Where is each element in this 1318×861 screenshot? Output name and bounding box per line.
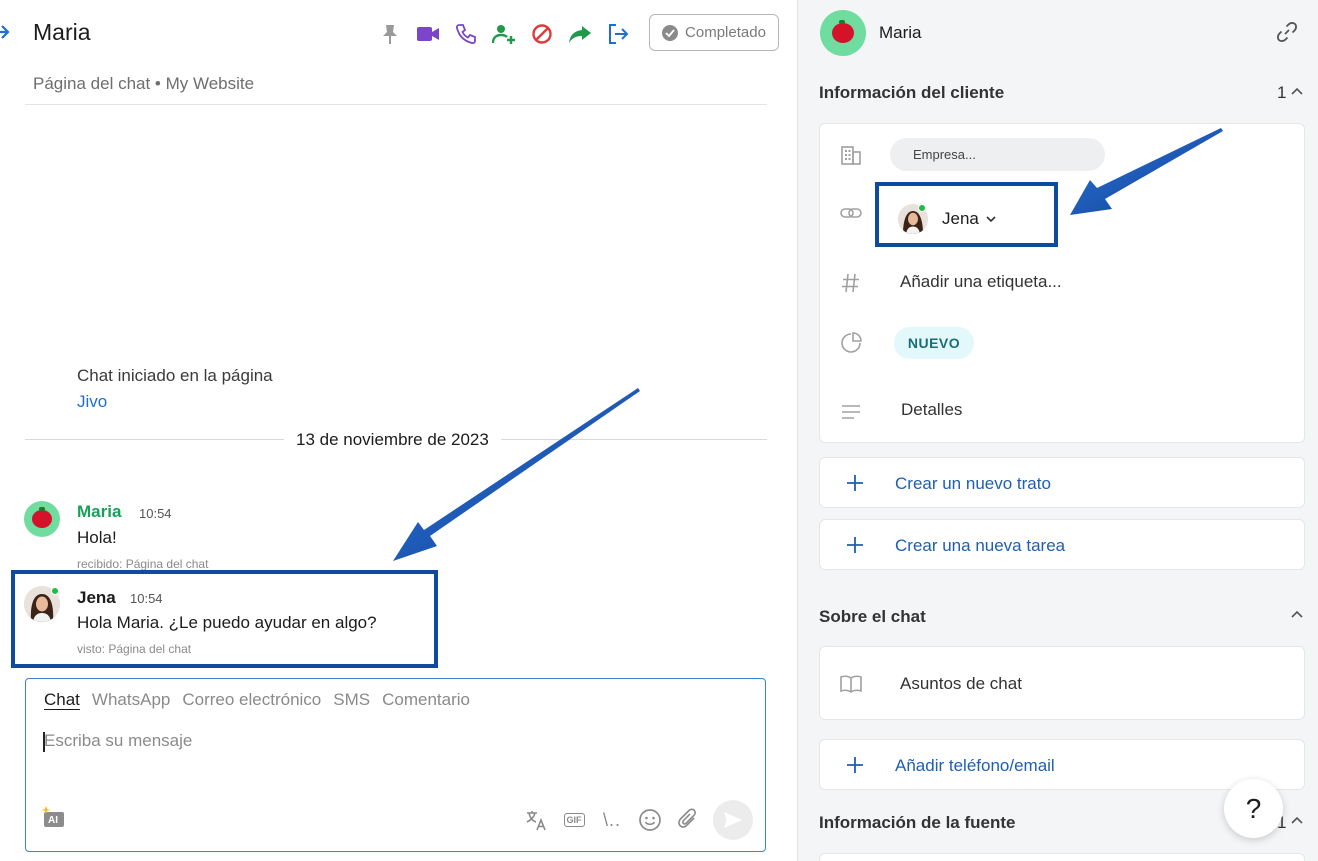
- message-meta: recibido: Página del chat: [77, 557, 209, 571]
- system-message: Chat iniciado en la página: [77, 366, 273, 385]
- exit-icon[interactable]: [604, 20, 632, 48]
- create-task-label: Crear una nueva tarea: [895, 536, 1066, 555]
- ai-label: AI: [48, 815, 58, 826]
- message-sender-name: Jena: [77, 588, 116, 607]
- chevron-up-icon[interactable]: [1290, 86, 1304, 96]
- snippet-label: \..: [602, 809, 621, 830]
- status-pie-icon: [841, 332, 862, 353]
- tab-chat[interactable]: Chat: [44, 690, 80, 710]
- plus-icon: [847, 757, 863, 773]
- add-contact-label: Añadir teléfono/email: [895, 756, 1055, 775]
- chevron-up-icon[interactable]: [1290, 815, 1304, 825]
- ai-assistant-button[interactable]: AI: [41, 806, 67, 828]
- compose-channel-tabs: Chat WhatsApp Correo electrónico SMS Com…: [44, 690, 470, 710]
- translate-icon[interactable]: [523, 807, 549, 833]
- company-field[interactable]: Empresa...: [890, 138, 1105, 171]
- tab-whatsapp[interactable]: WhatsApp: [92, 690, 170, 710]
- video-call-icon[interactable]: [414, 20, 442, 48]
- client-panel: Maria Información del cliente 1 Empresa.…: [797, 0, 1318, 861]
- pin-icon[interactable]: [376, 20, 404, 48]
- client-info-count: 1: [1277, 83, 1287, 102]
- message-input[interactable]: [44, 731, 744, 751]
- emoji-icon[interactable]: [637, 807, 663, 833]
- hashtag-icon: [842, 273, 859, 293]
- add-tag-field[interactable]: Añadir una etiqueta...: [900, 272, 1062, 292]
- highlight-box: [875, 182, 1058, 247]
- details-lines-icon: [842, 405, 860, 419]
- message-text: Hola!: [77, 528, 117, 547]
- chat-title: Maria: [33, 19, 91, 45]
- link-icon[interactable]: [1276, 21, 1298, 43]
- chat-toolbar: [376, 20, 632, 48]
- forward-icon[interactable]: [566, 20, 594, 48]
- add-contact-button[interactable]: Añadir teléfono/email: [819, 739, 1305, 790]
- source-info-card: [819, 853, 1305, 861]
- plus-icon: [847, 537, 863, 553]
- gif-label: GIF: [563, 813, 585, 827]
- chat-subtitle: Página del chat • My Website: [33, 74, 255, 93]
- check-circle-icon: [662, 24, 679, 41]
- back-arrow-icon[interactable]: [0, 22, 10, 42]
- send-button[interactable]: [713, 800, 753, 840]
- avatar: [24, 501, 60, 537]
- help-button[interactable]: ?: [1224, 779, 1283, 838]
- date-separator-label: 13 de noviembre de 2023: [284, 430, 501, 450]
- tab-sms[interactable]: SMS: [333, 690, 370, 710]
- add-user-icon[interactable]: [490, 20, 518, 48]
- phone-icon[interactable]: [452, 20, 480, 48]
- block-icon[interactable]: [528, 20, 556, 48]
- snippets-icon[interactable]: \..: [599, 807, 625, 833]
- client-avatar: [820, 10, 866, 56]
- compose-toolbar: GIF \..: [523, 800, 753, 840]
- source-info-title: Información de la fuente: [819, 813, 1016, 832]
- client-info-card: Empresa... Jena Añadir una etiqueta... N…: [819, 123, 1305, 443]
- link-icon: [840, 208, 862, 218]
- header-divider: [25, 104, 767, 105]
- chevron-up-icon[interactable]: [1290, 609, 1304, 619]
- create-task-button[interactable]: Crear una nueva tarea: [819, 519, 1305, 570]
- chat-pane: Maria Completado Página del chat • My We…: [0, 0, 797, 861]
- message-time: 10:54: [139, 506, 172, 521]
- details-field[interactable]: Detalles: [901, 400, 962, 420]
- online-status-dot: [51, 587, 59, 595]
- system-page-link[interactable]: Jivo: [77, 392, 107, 412]
- client-name: Maria: [879, 23, 922, 42]
- attachment-icon[interactable]: [675, 807, 701, 833]
- book-icon: [840, 675, 862, 693]
- company-icon: [841, 146, 861, 165]
- chat-topics-card[interactable]: Asuntos de chat: [819, 646, 1305, 720]
- create-deal-label: Crear un nuevo trato: [895, 474, 1051, 493]
- about-chat-title: Sobre el chat: [819, 607, 926, 626]
- tomato-icon: [32, 507, 52, 528]
- tab-email[interactable]: Correo electrónico: [182, 690, 321, 710]
- client-info-title: Información del cliente: [819, 83, 1005, 102]
- message-sender-name: Maria: [77, 502, 122, 521]
- completed-label: Completado: [685, 24, 766, 41]
- tab-comment[interactable]: Comentario: [382, 690, 470, 710]
- send-icon: [724, 812, 742, 828]
- status-badge[interactable]: NUEVO: [894, 327, 974, 359]
- message-meta: visto: Página del chat: [77, 642, 192, 656]
- message-time: 10:54: [130, 591, 163, 606]
- create-deal-button[interactable]: Crear un nuevo trato: [819, 457, 1305, 508]
- compose-box: Chat WhatsApp Correo electrónico SMS Com…: [25, 678, 766, 852]
- message-text: Hola Maria. ¿Le puedo ayudar en algo?: [77, 613, 377, 632]
- completed-button[interactable]: Completado: [649, 14, 779, 51]
- gif-icon[interactable]: GIF: [561, 807, 587, 833]
- text-caret: [43, 732, 45, 752]
- tomato-icon: [832, 20, 854, 43]
- chat-topics-label: Asuntos de chat: [900, 674, 1022, 693]
- plus-icon: [847, 475, 863, 491]
